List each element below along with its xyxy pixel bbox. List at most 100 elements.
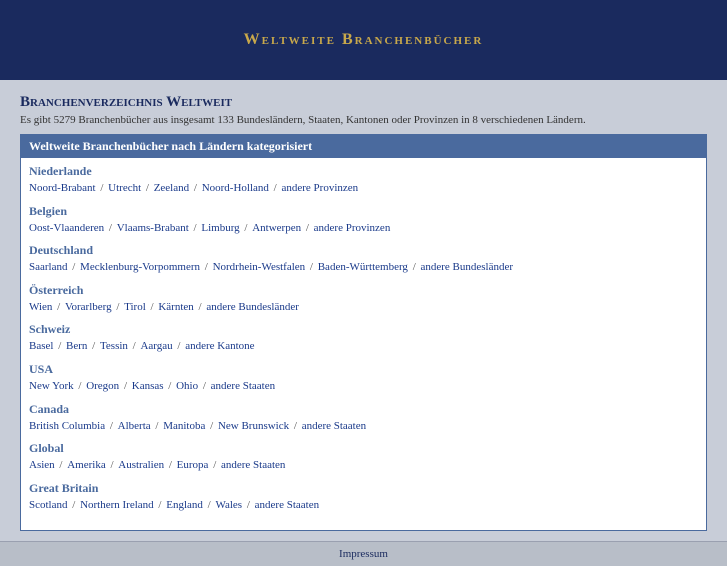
separator: / (148, 301, 157, 313)
separator: / (196, 301, 205, 313)
country-link[interactable]: Utrecht (108, 182, 141, 194)
separator: / (410, 261, 419, 273)
country-link[interactable]: Aargau (140, 340, 172, 352)
separator: / (200, 380, 209, 392)
separator: / (76, 380, 85, 392)
country-link[interactable]: Nordrhein-Westfalen (213, 261, 306, 273)
country-links: Saarland / Mecklenburg-Vorpommern / Nord… (29, 259, 698, 277)
page-title-area: Branchenverzeichnis Weltweit Es gibt 527… (20, 94, 707, 126)
country-link[interactable]: British Columbia (29, 420, 105, 432)
separator: / (108, 459, 117, 471)
country-name: Canada (29, 402, 698, 417)
separator: / (242, 222, 251, 234)
country-link[interactable]: New York (29, 380, 74, 392)
country-link[interactable]: Europa (177, 459, 209, 471)
country-link[interactable]: Oost-Vlaanderen (29, 222, 104, 234)
country-link[interactable]: andere Staaten (302, 420, 366, 432)
separator: / (307, 261, 316, 273)
impressum-link[interactable]: Impressum (339, 548, 388, 560)
country-link[interactable]: andere Provinzen (281, 182, 358, 194)
country-link[interactable]: andere Staaten (255, 499, 319, 511)
country-links: Noord-Brabant / Utrecht / Zeeland / Noor… (29, 180, 698, 198)
country-links: British Columbia / Alberta / Manitoba / … (29, 418, 698, 436)
country-link[interactable]: Zeeland (154, 182, 189, 194)
country-link[interactable]: andere Bundesländer (421, 261, 514, 273)
separator: / (291, 420, 300, 432)
country-name: Deutschland (29, 243, 698, 258)
country-link[interactable]: Alberta (118, 420, 151, 432)
separator: / (156, 499, 165, 511)
separator: / (69, 261, 78, 273)
country-link[interactable]: Tirol (124, 301, 146, 313)
separator: / (205, 499, 214, 511)
country-links: Wien / Vorarlberg / Tirol / Kärnten / an… (29, 299, 698, 317)
country-link[interactable]: Bern (66, 340, 87, 352)
country-name: USA (29, 362, 698, 377)
separator: / (191, 222, 200, 234)
main-content: Branchenverzeichnis Weltweit Es gibt 527… (0, 80, 727, 541)
header-title: Weltweite Branchenbücher (244, 31, 484, 49)
country-link[interactable]: Noord-Holland (202, 182, 269, 194)
country-link[interactable]: Saarland (29, 261, 67, 273)
country-link[interactable]: New Brunswick (218, 420, 289, 432)
separator: / (106, 222, 115, 234)
country-link[interactable]: Mecklenburg-Vorpommern (80, 261, 200, 273)
country-link[interactable]: Ohio (176, 380, 198, 392)
country-link[interactable]: Wales (215, 499, 242, 511)
separator: / (55, 340, 64, 352)
separator: / (89, 340, 98, 352)
country-link[interactable]: Vlaams-Brabant (117, 222, 189, 234)
separator: / (143, 182, 152, 194)
country-link[interactable]: Basel (29, 340, 53, 352)
separator: / (207, 420, 216, 432)
separator: / (121, 380, 130, 392)
country-name: Belgien (29, 204, 698, 219)
country-link[interactable]: Kansas (132, 380, 164, 392)
country-links: Scotland / Northern Ireland / England / … (29, 497, 698, 515)
country-section: Great BritainScotland / Northern Ireland… (29, 481, 698, 515)
country-link[interactable]: Wien (29, 301, 52, 313)
country-link[interactable]: Tessin (100, 340, 128, 352)
separator: / (271, 182, 280, 194)
country-name: Great Britain (29, 481, 698, 496)
country-link[interactable]: Oregon (86, 380, 119, 392)
country-links: Oost-Vlaanderen / Vlaams-Brabant / Limbu… (29, 220, 698, 238)
header: Weltweite Branchenbücher (0, 0, 727, 80)
separator: / (153, 420, 162, 432)
country-link[interactable]: Scotland (29, 499, 68, 511)
country-link[interactable]: Noord-Brabant (29, 182, 96, 194)
country-section: BelgienOost-Vlaanderen / Vlaams-Brabant … (29, 204, 698, 238)
separator: / (166, 459, 175, 471)
country-link[interactable]: andere Bundesländer (206, 301, 299, 313)
country-name: Österreich (29, 283, 698, 298)
separator: / (70, 499, 79, 511)
country-link[interactable]: andere Kantone (185, 340, 254, 352)
separator: / (210, 459, 219, 471)
country-link[interactable]: Antwerpen (252, 222, 301, 234)
country-link[interactable]: Asien (29, 459, 55, 471)
separator: / (191, 182, 200, 194)
country-link[interactable]: Manitoba (163, 420, 205, 432)
country-link[interactable]: Amerika (67, 459, 105, 471)
country-link[interactable]: andere Provinzen (314, 222, 391, 234)
country-link[interactable]: England (166, 499, 203, 511)
country-link[interactable]: Baden-Württemberg (318, 261, 408, 273)
country-link[interactable]: Limburg (201, 222, 239, 234)
country-link[interactable]: Kärnten (158, 301, 193, 313)
country-name: Global (29, 441, 698, 456)
country-link[interactable]: Northern Ireland (80, 499, 154, 511)
country-link[interactable]: Vorarlberg (65, 301, 112, 313)
country-section: ÖsterreichWien / Vorarlberg / Tirol / Kä… (29, 283, 698, 317)
country-link[interactable]: andere Staaten (221, 459, 285, 471)
separator: / (303, 222, 312, 234)
country-name: Schweiz (29, 322, 698, 337)
footer: Impressum (0, 541, 727, 566)
separator: / (114, 301, 123, 313)
country-link[interactable]: andere Staaten (211, 380, 275, 392)
separator: / (57, 459, 66, 471)
country-name: Niederlande (29, 164, 698, 179)
country-link[interactable]: Australien (118, 459, 164, 471)
country-links: Basel / Bern / Tessin / Aargau / andere … (29, 338, 698, 356)
separator: / (107, 420, 116, 432)
separator: / (244, 499, 253, 511)
